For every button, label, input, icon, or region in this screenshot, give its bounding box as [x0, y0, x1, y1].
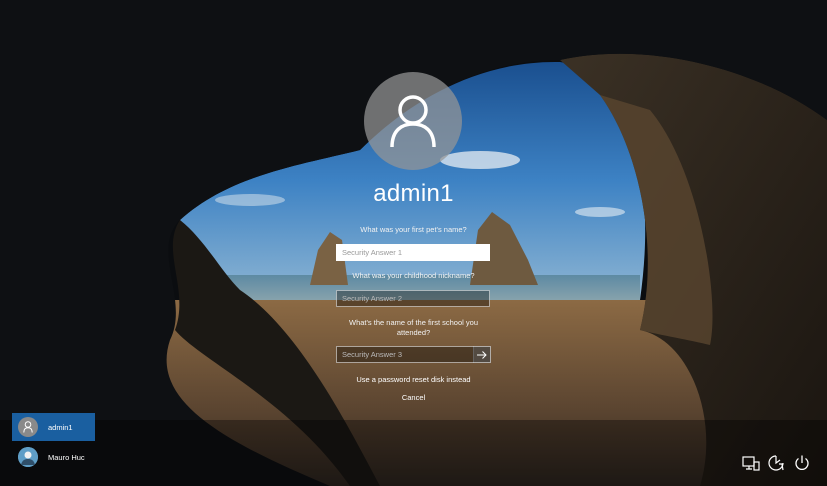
security-question-1: What was your first pet's name?	[360, 225, 467, 234]
profile-picture-icon	[18, 447, 38, 467]
arrow-right-icon	[476, 350, 487, 359]
user-tile-mauro-huc[interactable]: Mauro Huc	[12, 443, 95, 471]
user-icon	[23, 421, 33, 433]
network-icon[interactable]	[742, 454, 760, 472]
security-answer-1-input[interactable]	[336, 244, 490, 261]
security-question-3: What's the name of the first school you …	[349, 318, 478, 337]
power-icon[interactable]	[793, 454, 811, 472]
ease-of-access-icon[interactable]	[767, 454, 785, 472]
username-label: admin1	[373, 180, 454, 207]
avatar	[18, 417, 38, 437]
security-answer-3-input[interactable]	[336, 346, 474, 363]
user-tile-label: Mauro Huc	[48, 452, 85, 462]
submit-button[interactable]	[473, 346, 491, 363]
user-tile-admin1[interactable]: admin1	[12, 413, 95, 441]
user-avatar	[364, 72, 462, 170]
security-question-2: What was your childhood nickname?	[352, 271, 475, 280]
security-answer-2-input[interactable]	[336, 290, 490, 307]
reset-disk-link[interactable]: Use a password reset disk instead	[0, 375, 827, 384]
cancel-link[interactable]: Cancel	[0, 393, 827, 402]
user-tile-label: admin1	[48, 422, 73, 432]
avatar	[18, 447, 38, 467]
user-icon	[390, 95, 436, 148]
